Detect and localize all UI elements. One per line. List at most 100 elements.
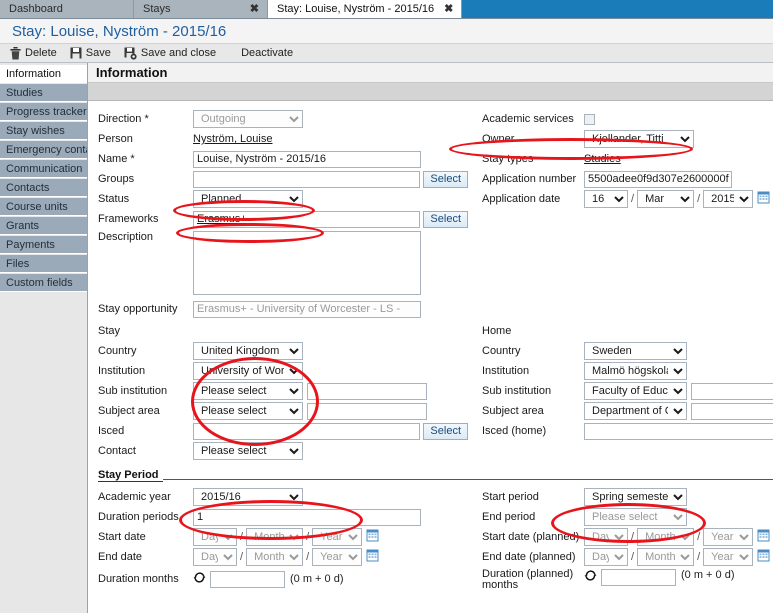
frameworks-field[interactable]: Erasmus+ bbox=[193, 210, 421, 228]
stay-sub-institution-select[interactable]: Please select bbox=[193, 382, 303, 400]
academic-services-checkbox[interactable] bbox=[584, 113, 595, 125]
home-sub-institution-select[interactable]: Faculty of Education bbox=[584, 382, 687, 400]
home-institution-select[interactable]: Malmö högskola bbox=[584, 362, 687, 380]
end-date-day-select[interactable]: Day bbox=[193, 548, 237, 566]
sidebar-item-payments[interactable]: Payments bbox=[0, 236, 87, 254]
end-date-month-select[interactable]: Month bbox=[246, 548, 304, 566]
sidebar-item-emergency-contacts[interactable]: Emergency contacts bbox=[0, 141, 87, 159]
end-period-select[interactable]: Please select bbox=[584, 508, 687, 526]
home-subject-area-label: Subject area bbox=[482, 405, 544, 417]
academic-year-select[interactable]: 2015/16 bbox=[193, 488, 303, 506]
application-date-month-select[interactable]: Mar bbox=[637, 190, 695, 208]
sidebar-item-studies[interactable]: Studies bbox=[0, 84, 87, 102]
sidebar-item-custom-fields[interactable]: Custom fields bbox=[0, 274, 87, 292]
home-subject-area-select[interactable]: Department of Child bbox=[584, 402, 687, 420]
tab-dashboard[interactable]: Dashboard bbox=[0, 0, 134, 18]
owner-select[interactable]: Kjellander, Titti bbox=[584, 130, 694, 148]
home-isced-input[interactable] bbox=[584, 422, 773, 440]
end-date-planned-month-select[interactable]: Month bbox=[637, 548, 695, 566]
sidebar-item-course-units[interactable]: Course units bbox=[0, 198, 87, 216]
start-date-planned-year-select[interactable]: Year bbox=[703, 528, 754, 546]
delete-label: Delete bbox=[25, 47, 57, 59]
sidebar-item-progress-tracker[interactable]: Progress tracker bbox=[0, 103, 87, 121]
refresh-icon[interactable] bbox=[584, 569, 597, 585]
end-date-planned-day-select[interactable]: Day bbox=[584, 548, 628, 566]
end-date-year-select[interactable]: Year bbox=[312, 548, 363, 566]
direction-select[interactable]: Outgoing bbox=[193, 110, 303, 128]
status-select[interactable]: Planned bbox=[193, 190, 303, 208]
deactivate-button[interactable]: Deactivate bbox=[227, 45, 300, 62]
end-date-planned-year-select[interactable]: Year bbox=[703, 548, 754, 566]
home-subject-area-input[interactable] bbox=[691, 402, 773, 420]
stay-subject-area-input[interactable] bbox=[307, 402, 427, 420]
stay-country-select[interactable]: United Kingdom bbox=[193, 342, 303, 360]
calendar-icon[interactable] bbox=[366, 549, 379, 565]
frameworks-select-button[interactable]: Select bbox=[423, 210, 468, 228]
start-date-day-select[interactable]: Day bbox=[193, 528, 237, 546]
tab-strip-filler bbox=[462, 0, 773, 18]
delete-button[interactable]: Delete bbox=[8, 45, 64, 62]
field-stay-sub-institution: Sub institution Please select bbox=[98, 381, 468, 401]
close-icon[interactable]: ✖ bbox=[444, 3, 453, 15]
stay-sub-institution-input[interactable] bbox=[307, 382, 427, 400]
sidebar-item-communication[interactable]: Communication bbox=[0, 160, 87, 178]
field-home-isced: Isced (home) bbox=[482, 421, 773, 441]
sidebar-item-grants[interactable]: Grants bbox=[0, 217, 87, 235]
calendar-icon[interactable] bbox=[757, 191, 770, 207]
application-date-year-select[interactable]: 2015 bbox=[703, 190, 754, 208]
stay-opportunity-label: Stay opportunity bbox=[98, 303, 178, 315]
stay-isced-input[interactable] bbox=[193, 422, 421, 440]
stay-types-link[interactable]: Studies bbox=[584, 153, 621, 165]
save-and-close-button[interactable]: Save and close bbox=[122, 45, 223, 62]
person-link[interactable]: Nyström, Louise bbox=[193, 133, 272, 145]
field-home-subject-area: Subject area Department of Child bbox=[482, 401, 773, 421]
field-end-period: End period Please select bbox=[482, 507, 773, 527]
sidebar-item-stay-wishes[interactable]: Stay wishes bbox=[0, 122, 87, 140]
start-period-select[interactable]: Spring semester 201 bbox=[584, 488, 687, 506]
name-label: Name * bbox=[98, 153, 135, 165]
information-right-column: Academic services Owner Kjellander, Titt… bbox=[468, 109, 773, 319]
duration-planned-input[interactable] bbox=[601, 569, 676, 586]
save-button[interactable]: Save bbox=[68, 45, 118, 62]
start-date-planned-month-select[interactable]: Month bbox=[637, 528, 695, 546]
description-textarea[interactable] bbox=[193, 231, 421, 295]
home-sub-institution-input[interactable] bbox=[691, 382, 773, 400]
field-frameworks: Frameworks Erasmus+ Select bbox=[98, 209, 468, 229]
field-direction: Direction * Outgoing bbox=[98, 109, 468, 129]
stay-subject-area-select[interactable]: Please select bbox=[193, 402, 303, 420]
person-label: Person bbox=[98, 133, 133, 145]
stay-country-label: Country bbox=[98, 345, 137, 357]
sidebar-item-files[interactable]: Files bbox=[0, 255, 87, 273]
calendar-icon[interactable] bbox=[366, 529, 379, 545]
stay-opportunity-input[interactable] bbox=[193, 300, 421, 318]
frameworks-link[interactable]: Erasmus+ bbox=[197, 213, 247, 225]
field-stay-opportunity: Stay opportunity bbox=[98, 299, 468, 319]
stay-institution-select[interactable]: University of Worces bbox=[193, 362, 303, 380]
start-date-year-select[interactable]: Year bbox=[312, 528, 363, 546]
duration-months-input[interactable] bbox=[210, 570, 285, 588]
home-country-select[interactable]: Sweden bbox=[584, 342, 687, 360]
application-number-input[interactable] bbox=[584, 170, 732, 188]
refresh-icon[interactable] bbox=[193, 571, 206, 587]
start-date-planned-day-select[interactable]: Day bbox=[584, 528, 628, 546]
sidebar-item-contacts[interactable]: Contacts bbox=[0, 179, 87, 197]
stay-section-heading: Stay bbox=[98, 325, 121, 337]
name-input[interactable] bbox=[193, 150, 421, 168]
stay-isced-select-button[interactable]: Select bbox=[423, 422, 468, 440]
duration-periods-input[interactable] bbox=[193, 508, 421, 526]
groups-input[interactable] bbox=[193, 170, 421, 188]
start-date-group: Day / Month / Year bbox=[193, 528, 379, 546]
sidebar-item-information[interactable]: Information bbox=[0, 65, 87, 83]
groups-select-button[interactable]: Select bbox=[423, 170, 468, 188]
start-date-month-select[interactable]: Month bbox=[246, 528, 304, 546]
field-stay-country: Country United Kingdom bbox=[98, 341, 468, 361]
stay-contact-select[interactable]: Please select bbox=[193, 442, 303, 460]
application-date-day-select[interactable]: 16 bbox=[584, 190, 628, 208]
tab-stay-detail[interactable]: Stay: Louise, Nyström - 2015/16 ✖ bbox=[268, 0, 463, 18]
calendar-icon[interactable] bbox=[757, 549, 770, 565]
duration-months-note: (0 m + 0 d) bbox=[290, 573, 344, 585]
calendar-icon[interactable] bbox=[757, 529, 770, 545]
frameworks-label: Frameworks bbox=[98, 213, 159, 225]
close-icon[interactable]: ✖ bbox=[250, 3, 259, 15]
tab-stays[interactable]: Stays ✖ bbox=[134, 0, 268, 18]
